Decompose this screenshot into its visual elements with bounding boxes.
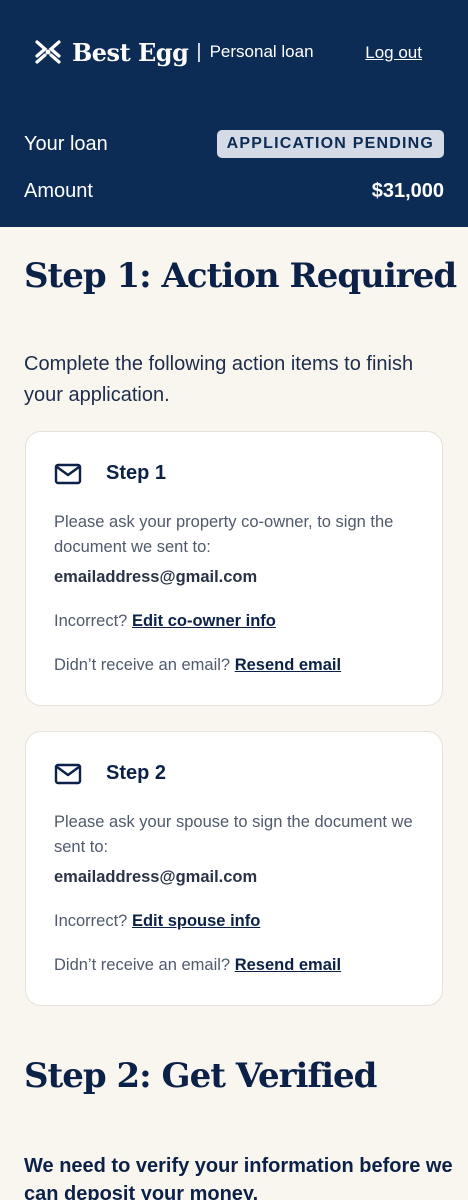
recipient-email: emailaddress@gmail.com xyxy=(54,868,258,886)
verify-intro: We need to verify your information befor… xyxy=(24,1155,453,1200)
section-title-action-required: Step 1: Action Required xyxy=(24,256,457,296)
edit-info-line: Incorrect? Edit spouse info xyxy=(54,912,260,931)
brand-separator: | xyxy=(196,40,202,63)
app-header: Best Egg | Personal loan Log out Your lo… xyxy=(0,0,468,227)
card-header: Step 2 xyxy=(54,762,166,785)
amount-label: Amount xyxy=(24,179,93,202)
brand-name: Best Egg xyxy=(72,37,189,67)
edit-co-owner-link[interactable]: Edit co-owner info xyxy=(132,612,276,630)
mail-icon xyxy=(54,463,82,485)
edit-spouse-link[interactable]: Edit spouse info xyxy=(132,912,260,930)
card-instructions: Please ask your spouse to sign the docum… xyxy=(54,813,413,856)
logout-link[interactable]: Log out xyxy=(365,43,422,63)
amount-value: $31,000 xyxy=(371,179,444,202)
action-card: Step 1 Please ask your property co-owner… xyxy=(25,431,443,706)
action-card: Step 2 Please ask your spouse to sign th… xyxy=(25,731,443,1006)
resend-prompt: Didn’t receive an email? xyxy=(54,956,231,974)
best-egg-logo-icon xyxy=(34,38,62,66)
edit-info-line: Incorrect? Edit co-owner info xyxy=(54,612,276,631)
loan-label: Your loan xyxy=(24,132,108,155)
brand-logo[interactable]: Best Egg | Personal loan xyxy=(34,37,314,67)
resend-email-link[interactable]: Resend email xyxy=(235,656,341,674)
card-header: Step 1 xyxy=(54,462,166,485)
resend-prompt: Didn’t receive an email? xyxy=(54,656,231,674)
card-instructions: Please ask your property co-owner, to si… xyxy=(54,513,394,556)
section-title-get-verified: Step 2: Get Verified xyxy=(24,1056,377,1096)
status-badge: APPLICATION PENDING xyxy=(216,130,444,158)
mail-icon xyxy=(54,763,82,785)
resend-email-link[interactable]: Resend email xyxy=(235,956,341,974)
card-title: Step 2 xyxy=(106,762,167,784)
incorrect-label: Incorrect? xyxy=(54,612,128,630)
resend-line: Didn’t receive an email? Resend email xyxy=(54,956,341,975)
card-title: Step 1 xyxy=(106,462,167,484)
section-intro: Complete the following action items to f… xyxy=(24,353,414,406)
product-name: Personal loan xyxy=(209,42,314,61)
resend-line: Didn’t receive an email? Resend email xyxy=(54,656,341,675)
incorrect-label: Incorrect? xyxy=(54,912,128,930)
loan-status-row: Your loan APPLICATION PENDING xyxy=(24,129,444,159)
loan-amount-row: Amount $31,000 xyxy=(24,175,444,207)
recipient-email: emailaddress@gmail.com xyxy=(54,568,258,586)
